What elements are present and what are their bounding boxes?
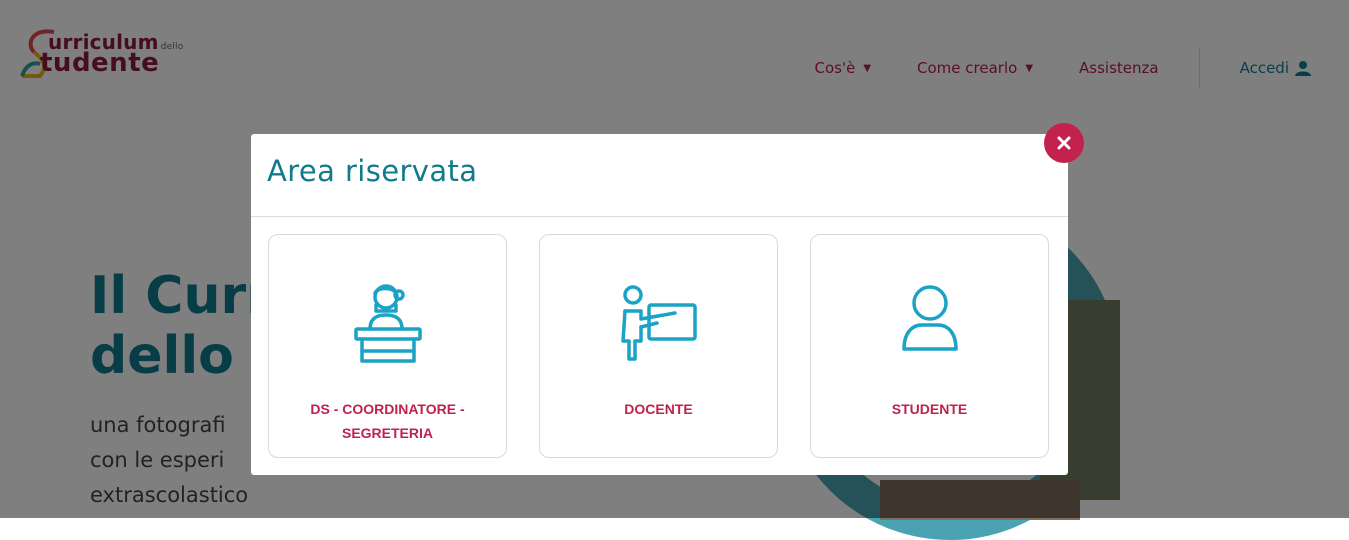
login-area-modal: Area riservata DS - COORDINATORE - SEGRE… [251,134,1068,475]
role-card-studente[interactable]: STUDENTE [810,234,1049,458]
receptionist-icon [353,284,422,363]
modal-title: Area riservata [267,154,478,188]
role-card-label-line: STUDENTE [891,401,968,417]
role-card-label: DOCENTE [550,397,767,421]
role-card-label-line: DOCENTE [624,401,693,417]
role-card-label: DS - COORDINATORE - SEGRETERIA [279,397,496,445]
role-card-label-line: SEGRETERIA [341,425,433,441]
times-icon [1057,136,1071,150]
role-card-label-line: DS - COORDINATORE - [310,401,465,417]
user-icon [901,285,958,351]
role-card-label: STUDENTE [821,397,1038,421]
role-card-ds-coordinatore-segreteria[interactable]: DS - COORDINATORE - SEGRETERIA [268,234,507,458]
modal-close-button[interactable] [1044,123,1084,163]
modal-divider [251,216,1068,217]
role-card-docente[interactable]: DOCENTE [539,234,778,458]
teacher-board-icon [620,285,697,361]
